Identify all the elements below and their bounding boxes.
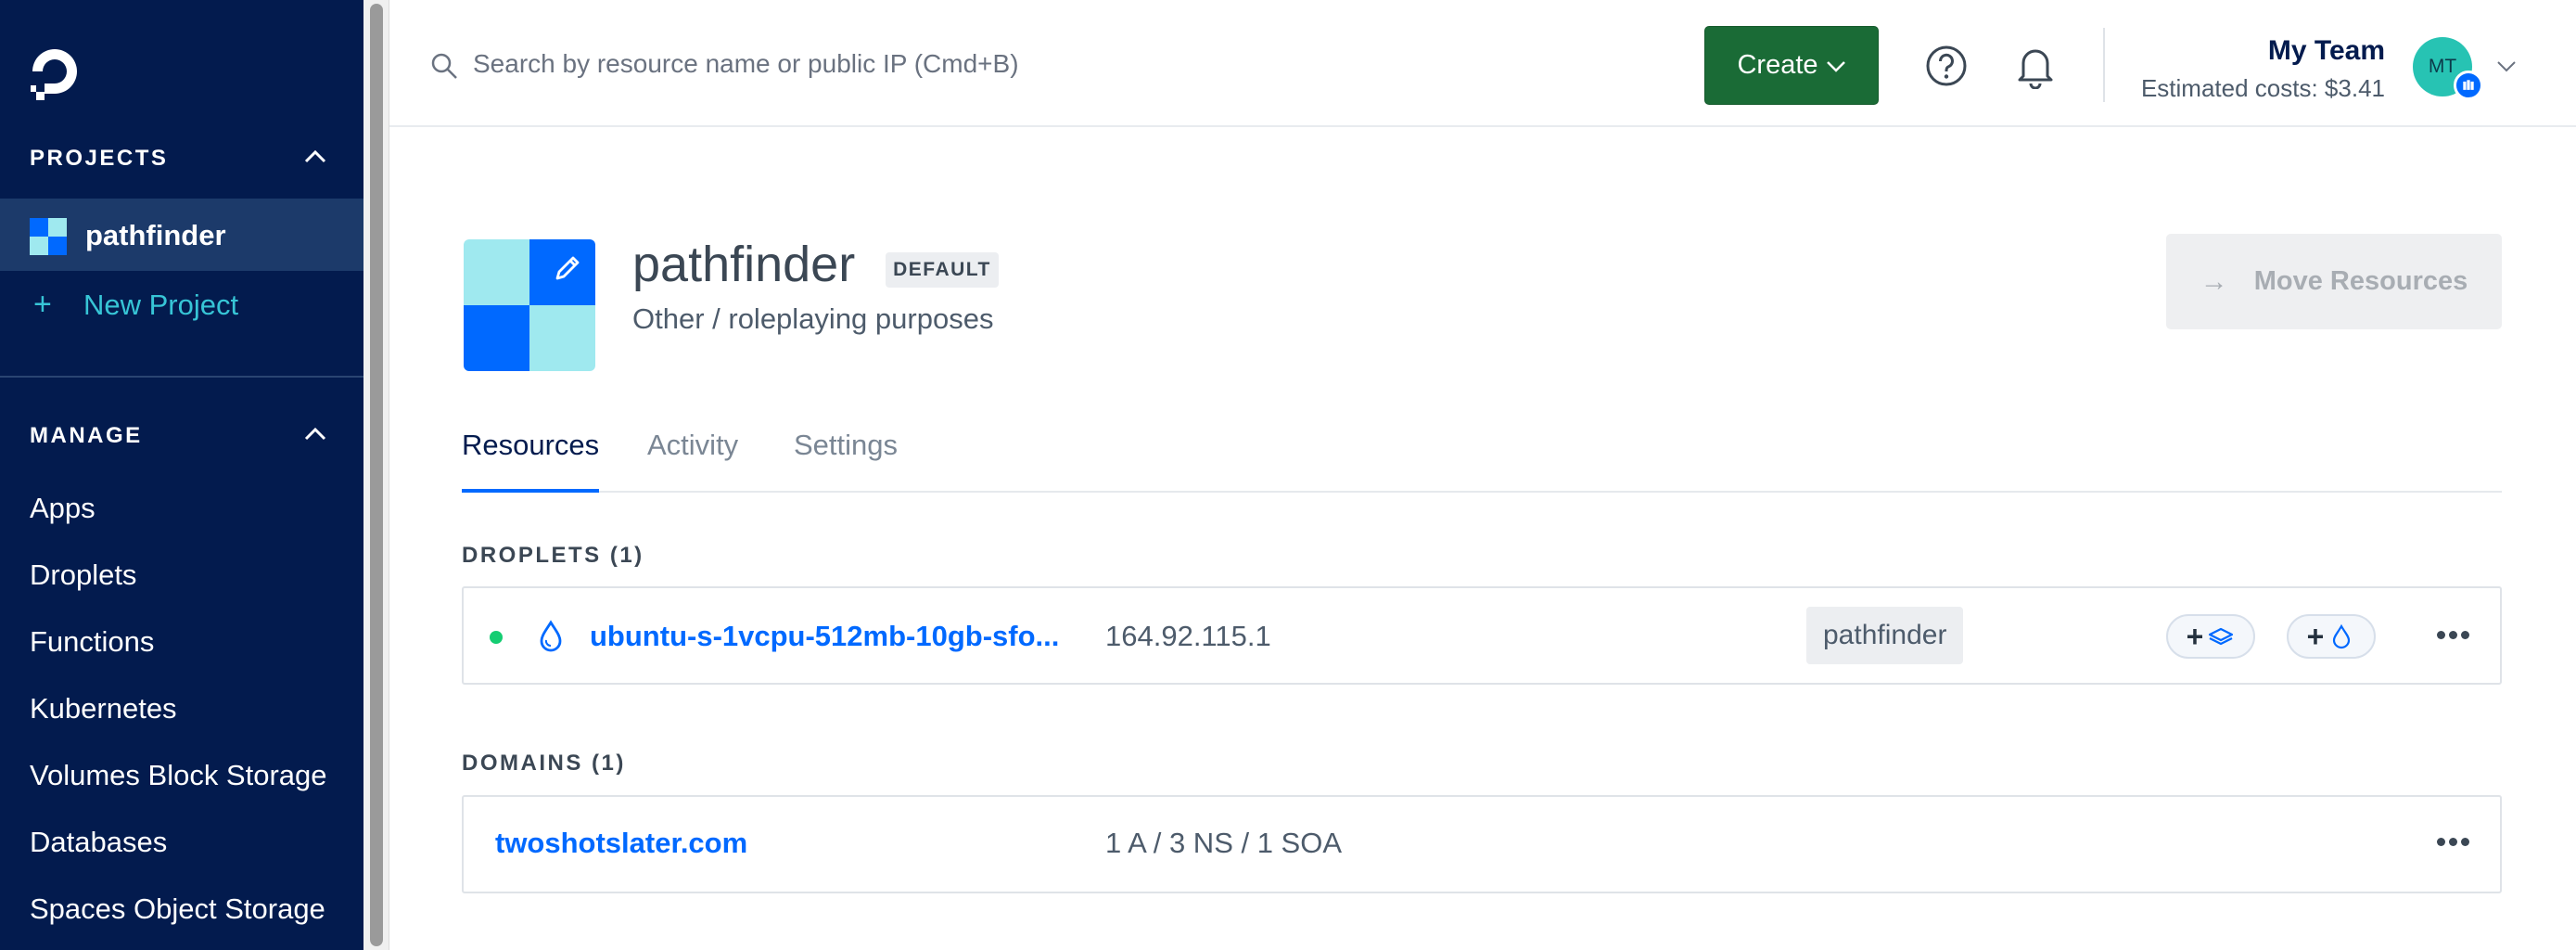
droplet-ip[interactable]: 164.92.115.1	[1105, 620, 1271, 653]
top-bar: Create My Team Estimated costs: $3.41 MT	[389, 0, 2576, 127]
tab-activity[interactable]: Activity	[647, 429, 738, 462]
active-tab-indicator	[462, 489, 599, 493]
arrow-right-icon: →	[2200, 265, 2228, 297]
add-volume-button[interactable]: +	[2166, 614, 2255, 659]
create-button-label: Create	[1737, 50, 1818, 80]
create-button[interactable]: Create	[1704, 26, 1879, 105]
domains-heading: DOMAINS (1)	[462, 751, 626, 776]
move-resources-label: Move Resources	[2253, 266, 2468, 296]
droplet-icon	[2333, 623, 2351, 649]
project-icon	[30, 218, 67, 255]
more-options-icon[interactable]	[2435, 629, 2472, 642]
chevron-up-icon[interactable]	[302, 426, 328, 443]
sidebar-item-apps[interactable]: Apps	[30, 492, 96, 525]
edit-icon[interactable]	[552, 252, 583, 284]
sidebar-item-spaces[interactable]: Spaces Object Storage	[30, 892, 325, 926]
sidebar-item-pathfinder[interactable]: pathfinder	[0, 199, 363, 271]
estimated-costs: Estimated costs: $3.41	[2140, 74, 2385, 102]
volume-icon	[2209, 627, 2234, 646]
chevron-down-icon	[1826, 60, 1845, 72]
plus-icon: +	[33, 287, 52, 322]
manage-heading: MANAGE	[30, 423, 143, 448]
domain-row: twoshotslater.com 1 A / 3 NS / 1 SOA	[462, 795, 2502, 893]
tab-bar: Resources Activity Settings	[462, 423, 2502, 493]
move-resources-button[interactable]: → Move Resources	[2166, 234, 2502, 329]
new-project-link[interactable]: + New Project	[33, 287, 238, 323]
team-badge-icon	[2454, 71, 2483, 100]
droplet-icon	[540, 620, 562, 652]
chevron-up-icon[interactable]	[302, 148, 328, 165]
project-description: Other / roleplaying purposes	[632, 302, 994, 335]
search-input[interactable]	[473, 41, 1307, 87]
digitalocean-logo-icon[interactable]	[26, 43, 83, 100]
page-title: pathfinder	[632, 237, 856, 292]
plus-icon: +	[2306, 619, 2325, 653]
droplet-row: ubuntu-s-1vcpu-512mb-10gb-sfo... 164.92.…	[462, 586, 2502, 685]
droplet-name-link[interactable]: ubuntu-s-1vcpu-512mb-10gb-sfo...	[590, 620, 1059, 653]
team-name[interactable]: My Team	[2268, 35, 2385, 67]
sidebar-item-volumes[interactable]: Volumes Block Storage	[30, 759, 327, 792]
more-options-icon[interactable]	[2435, 836, 2472, 849]
search-icon	[431, 53, 457, 79]
projects-heading: PROJECTS	[30, 146, 169, 171]
sidebar-item-databases[interactable]: Databases	[30, 826, 167, 859]
project-logo	[464, 239, 595, 371]
tab-resources[interactable]: Resources	[462, 429, 599, 462]
bell-icon[interactable]	[2014, 43, 2057, 89]
topbar-divider	[2103, 28, 2105, 102]
chevron-down-icon[interactable]	[2496, 59, 2517, 72]
droplet-tag[interactable]: pathfinder	[1806, 607, 1964, 664]
plus-icon: +	[2186, 619, 2204, 653]
tab-settings[interactable]: Settings	[794, 429, 898, 462]
sidebar: PROJECTS pathfinder + New Project MANAGE …	[0, 0, 363, 950]
avatar-initials: MT	[2428, 56, 2457, 77]
sidebar-item-label: pathfinder	[85, 219, 226, 251]
sidebar-scrollbar[interactable]	[363, 0, 389, 950]
scrollbar-thumb[interactable]	[370, 4, 383, 946]
sidebar-divider	[0, 376, 363, 378]
domain-records: 1 A / 3 NS / 1 SOA	[1105, 827, 1343, 859]
sidebar-item-functions[interactable]: Functions	[30, 625, 154, 659]
status-indicator	[490, 631, 503, 644]
default-badge: DEFAULT	[886, 252, 999, 288]
help-icon[interactable]	[1925, 45, 1968, 87]
sidebar-item-kubernetes[interactable]: Kubernetes	[30, 692, 177, 725]
add-droplet-button[interactable]: +	[2287, 614, 2376, 659]
sidebar-item-droplets[interactable]: Droplets	[30, 558, 136, 592]
droplets-heading: DROPLETS (1)	[462, 543, 644, 568]
domain-name-link[interactable]: twoshotslater.com	[495, 827, 747, 860]
new-project-label: New Project	[83, 289, 239, 321]
